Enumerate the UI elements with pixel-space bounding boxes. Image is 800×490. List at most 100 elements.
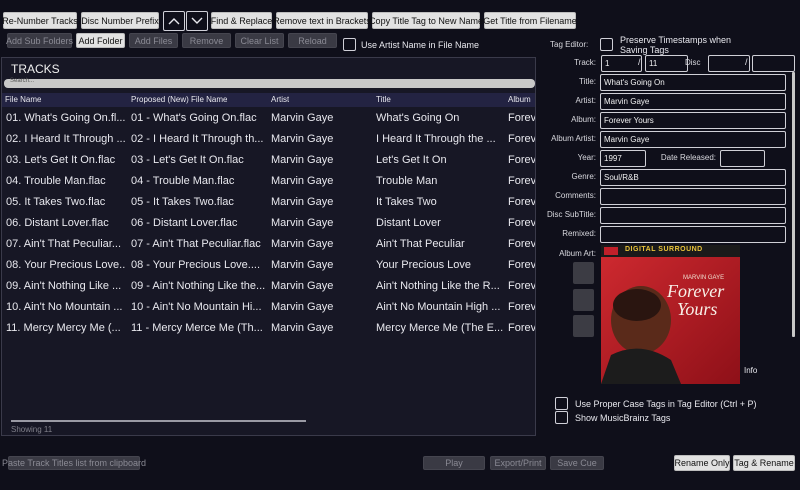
musicbrainz-checkbox[interactable] [555, 411, 568, 424]
copy-title-button[interactable]: Copy Title Tag to New Name [369, 12, 483, 29]
table-cell: 06 - Distant Lover.flac [131, 217, 238, 229]
artist-field[interactable]: Marvin Gaye [600, 93, 786, 110]
disc-slash: / [745, 57, 748, 67]
table-row[interactable]: 09. Ain't Nothing Like ... 09 - Ain't Not… [2, 277, 535, 298]
table-cell: Forev [508, 112, 535, 124]
art-action-button-3[interactable] [573, 315, 594, 337]
table-cell: 07. Ain't That Peculiar... [6, 238, 122, 250]
table-row[interactable]: 06. Distant Lover.flac 06 - Distant Lover… [2, 214, 535, 235]
table-cell: Your Precious Love [376, 259, 471, 271]
title-field[interactable]: What's Going On [600, 74, 786, 91]
use-artist-label: Use Artist Name in File Name [361, 40, 480, 50]
table-cell: Let's Get It On [376, 154, 447, 166]
table-header: File Name Proposed (New) File Name Artis… [2, 93, 535, 107]
disc-number-field[interactable] [708, 55, 750, 72]
tag-editor-label: Tag Editor: [550, 40, 589, 49]
genre-field[interactable]: Soul/R&B [600, 169, 786, 186]
table-row[interactable]: 10. Ain't No Mountain ... 10 - Ain't No M… [2, 298, 535, 319]
renumber-tracks-button[interactable]: Re-Number Tracks [2, 12, 78, 29]
table-cell: Marvin Gaye [271, 175, 334, 187]
table-cell: 04 - Trouble Man.flac [131, 175, 235, 187]
art-action-button-1[interactable] [573, 262, 594, 284]
tracks-title: TRACKS [11, 62, 60, 76]
table-cell: Ain't Nothing Like the R... [376, 280, 500, 292]
disc-subtitle-label: Disc SubTitle: [546, 210, 596, 219]
album-label: Album: [571, 115, 596, 124]
col-file-name[interactable]: File Name [5, 95, 41, 104]
search-input[interactable]: Search... [4, 78, 535, 88]
comments-label: Comments: [555, 191, 596, 200]
album-field[interactable]: Forever Yours [600, 112, 786, 129]
table-row[interactable]: 01. What's Going On.fl... 01 - What's Goi… [2, 109, 535, 130]
use-artist-checkbox[interactable] [343, 38, 356, 51]
title-from-filename-button[interactable]: Get Title from Filename [483, 12, 577, 29]
play-button[interactable]: Play [423, 456, 485, 470]
col-title[interactable]: Title [376, 95, 391, 104]
date-released-field[interactable] [720, 150, 765, 167]
disc-subtitle-field[interactable] [600, 207, 786, 224]
album-artist-field[interactable]: Marvin Gaye [600, 131, 786, 148]
remixed-field[interactable] [600, 226, 786, 243]
export-print-button[interactable]: Export/Print [490, 456, 546, 470]
find-replace-button[interactable]: Find & Replace [211, 12, 272, 29]
cover-banner-text: DIGITAL SURROUND [625, 246, 703, 253]
add-subfolders-button[interactable]: Add Sub Folders [6, 33, 73, 48]
table-cell: It Takes Two [376, 196, 437, 208]
table-cell: 10 - Ain't No Mountain Hi... [131, 301, 262, 313]
table-cell: Forev [508, 217, 535, 229]
save-cue-button[interactable]: Save Cue [550, 456, 604, 470]
chevron-up-icon [168, 18, 180, 25]
table-cell: 11. Mercy Mercy Me (... [6, 322, 121, 334]
horizontal-scrollbar[interactable] [11, 420, 306, 422]
remove-brackets-button[interactable]: Remove text in Brackets [273, 12, 371, 29]
table-cell: Marvin Gaye [271, 196, 334, 208]
table-cell: Forev [508, 154, 535, 166]
table-row[interactable]: 02. I Heard It Through ... 02 - I Heard I… [2, 130, 535, 151]
track-number-field[interactable]: 1 [601, 55, 642, 72]
track-total-field[interactable]: 11 [645, 55, 688, 72]
table-row[interactable]: 11. Mercy Mercy Me (... 11 - Mercy Merce … [2, 319, 535, 340]
table-cell: 06. Distant Lover.flac [6, 217, 109, 229]
tag-rename-button[interactable]: Tag & Rename [733, 455, 795, 471]
table-cell: Forev [508, 259, 535, 271]
table-row[interactable]: 08. Your Precious Love... 08 - Your Preci… [2, 256, 535, 277]
table-cell: 08 - Your Precious Love.... [131, 259, 261, 271]
clear-list-button[interactable]: Clear List [235, 33, 284, 48]
disc-total-field[interactable] [752, 55, 795, 72]
add-folder-button[interactable]: Add Folder [76, 33, 125, 48]
col-proposed-name[interactable]: Proposed (New) File Name [131, 95, 227, 104]
disc-number-prefix-button[interactable]: Disc Number Prefix [81, 12, 159, 29]
art-action-button-2[interactable] [573, 289, 594, 311]
table-cell: 08. Your Precious Love... [6, 259, 126, 271]
year-field[interactable]: 1997 [600, 150, 646, 167]
table-row[interactable]: 05. It Takes Two.flac 05 - It Takes Two.f… [2, 193, 535, 214]
info-label[interactable]: Info [744, 366, 757, 375]
preserve-timestamps-checkbox[interactable] [600, 38, 613, 51]
table-cell: 05. It Takes Two.flac [6, 196, 106, 208]
col-artist[interactable]: Artist [271, 95, 289, 104]
col-album[interactable]: Album [508, 95, 531, 104]
comments-field[interactable] [600, 188, 786, 205]
rename-only-button[interactable]: Rename Only [674, 455, 730, 471]
disc-label: Disc [685, 58, 701, 67]
reload-button[interactable]: Reload [288, 33, 337, 48]
paste-titles-button[interactable]: Paste Track Titles list from clipboard [2, 456, 146, 470]
table-cell: Marvin Gaye [271, 154, 334, 166]
table-row[interactable]: 03. Let's Get It On.flac 03 - Let's Get I… [2, 151, 535, 172]
artist-label: Artist: [575, 96, 596, 105]
add-files-button[interactable]: Add Files [129, 33, 178, 48]
remixed-label: Remixed: [562, 229, 596, 238]
move-up-button[interactable] [163, 11, 185, 31]
tracks-panel: TRACKS Search... File Name Proposed (New… [1, 57, 536, 436]
table-row[interactable]: 04. Trouble Man.flac 04 - Trouble Man.fla… [2, 172, 535, 193]
table-cell: Marvin Gaye [271, 259, 334, 271]
album-art-image[interactable]: DIGITAL SURROUND MARVIN GAYE Forever You… [601, 245, 740, 384]
editor-scrollbar[interactable] [792, 72, 795, 337]
proper-case-checkbox[interactable] [555, 397, 568, 410]
date-released-label: Date Released: [660, 153, 716, 162]
table-cell: 01 - What's Going On.flac [131, 112, 257, 124]
table-row[interactable]: 07. Ain't That Peculiar... 07 - Ain't Tha… [2, 235, 535, 256]
remove-button[interactable]: Remove [182, 33, 231, 48]
move-down-button[interactable] [186, 11, 208, 31]
table-cell: Marvin Gaye [271, 217, 334, 229]
